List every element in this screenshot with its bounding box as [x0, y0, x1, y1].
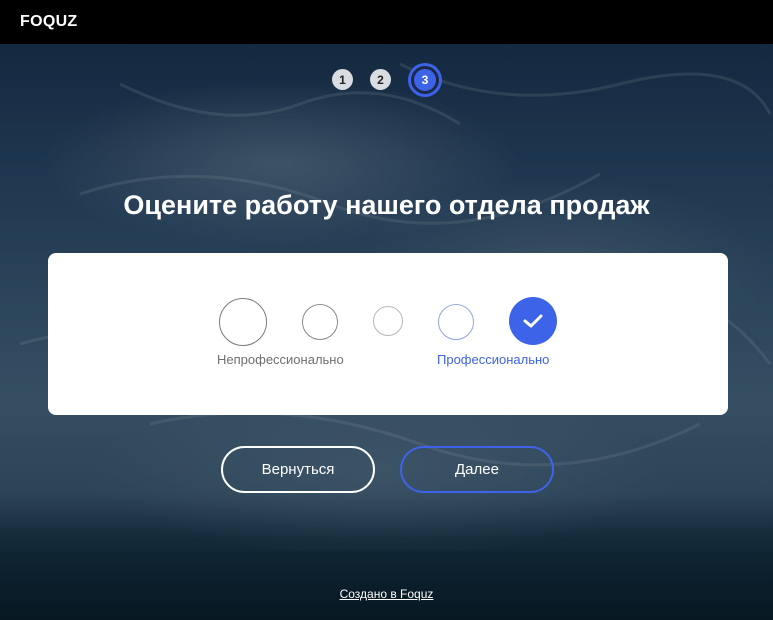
step-3-active[interactable]: 3 [411, 66, 439, 94]
step-2[interactable]: 2 [370, 69, 391, 90]
rating-option-4[interactable] [438, 304, 474, 340]
top-bar: FOQUZ [0, 0, 773, 44]
back-button[interactable]: Вернуться [221, 446, 375, 493]
rating-option-5-selected[interactable] [509, 297, 557, 345]
step-indicator: 1 2 3 [0, 66, 773, 94]
step-1[interactable]: 1 [332, 69, 353, 90]
rating-option-3[interactable] [373, 306, 403, 336]
check-icon [523, 314, 543, 328]
rating-option-2[interactable] [302, 304, 338, 340]
rating-option-1[interactable] [219, 298, 267, 346]
scale-max-label: Профессионально [437, 352, 550, 367]
foquz-logo: FOQUZ [20, 13, 78, 30]
scale-min-label: Непрофессионально [217, 352, 344, 367]
created-in-foquz-link[interactable]: Создано в Foquz [0, 587, 773, 601]
next-button[interactable]: Далее [400, 446, 554, 493]
question-title: Оцените работу нашего отдела продаж [123, 190, 650, 220]
rating-card: Непрофессионально Профессионально [48, 253, 728, 415]
